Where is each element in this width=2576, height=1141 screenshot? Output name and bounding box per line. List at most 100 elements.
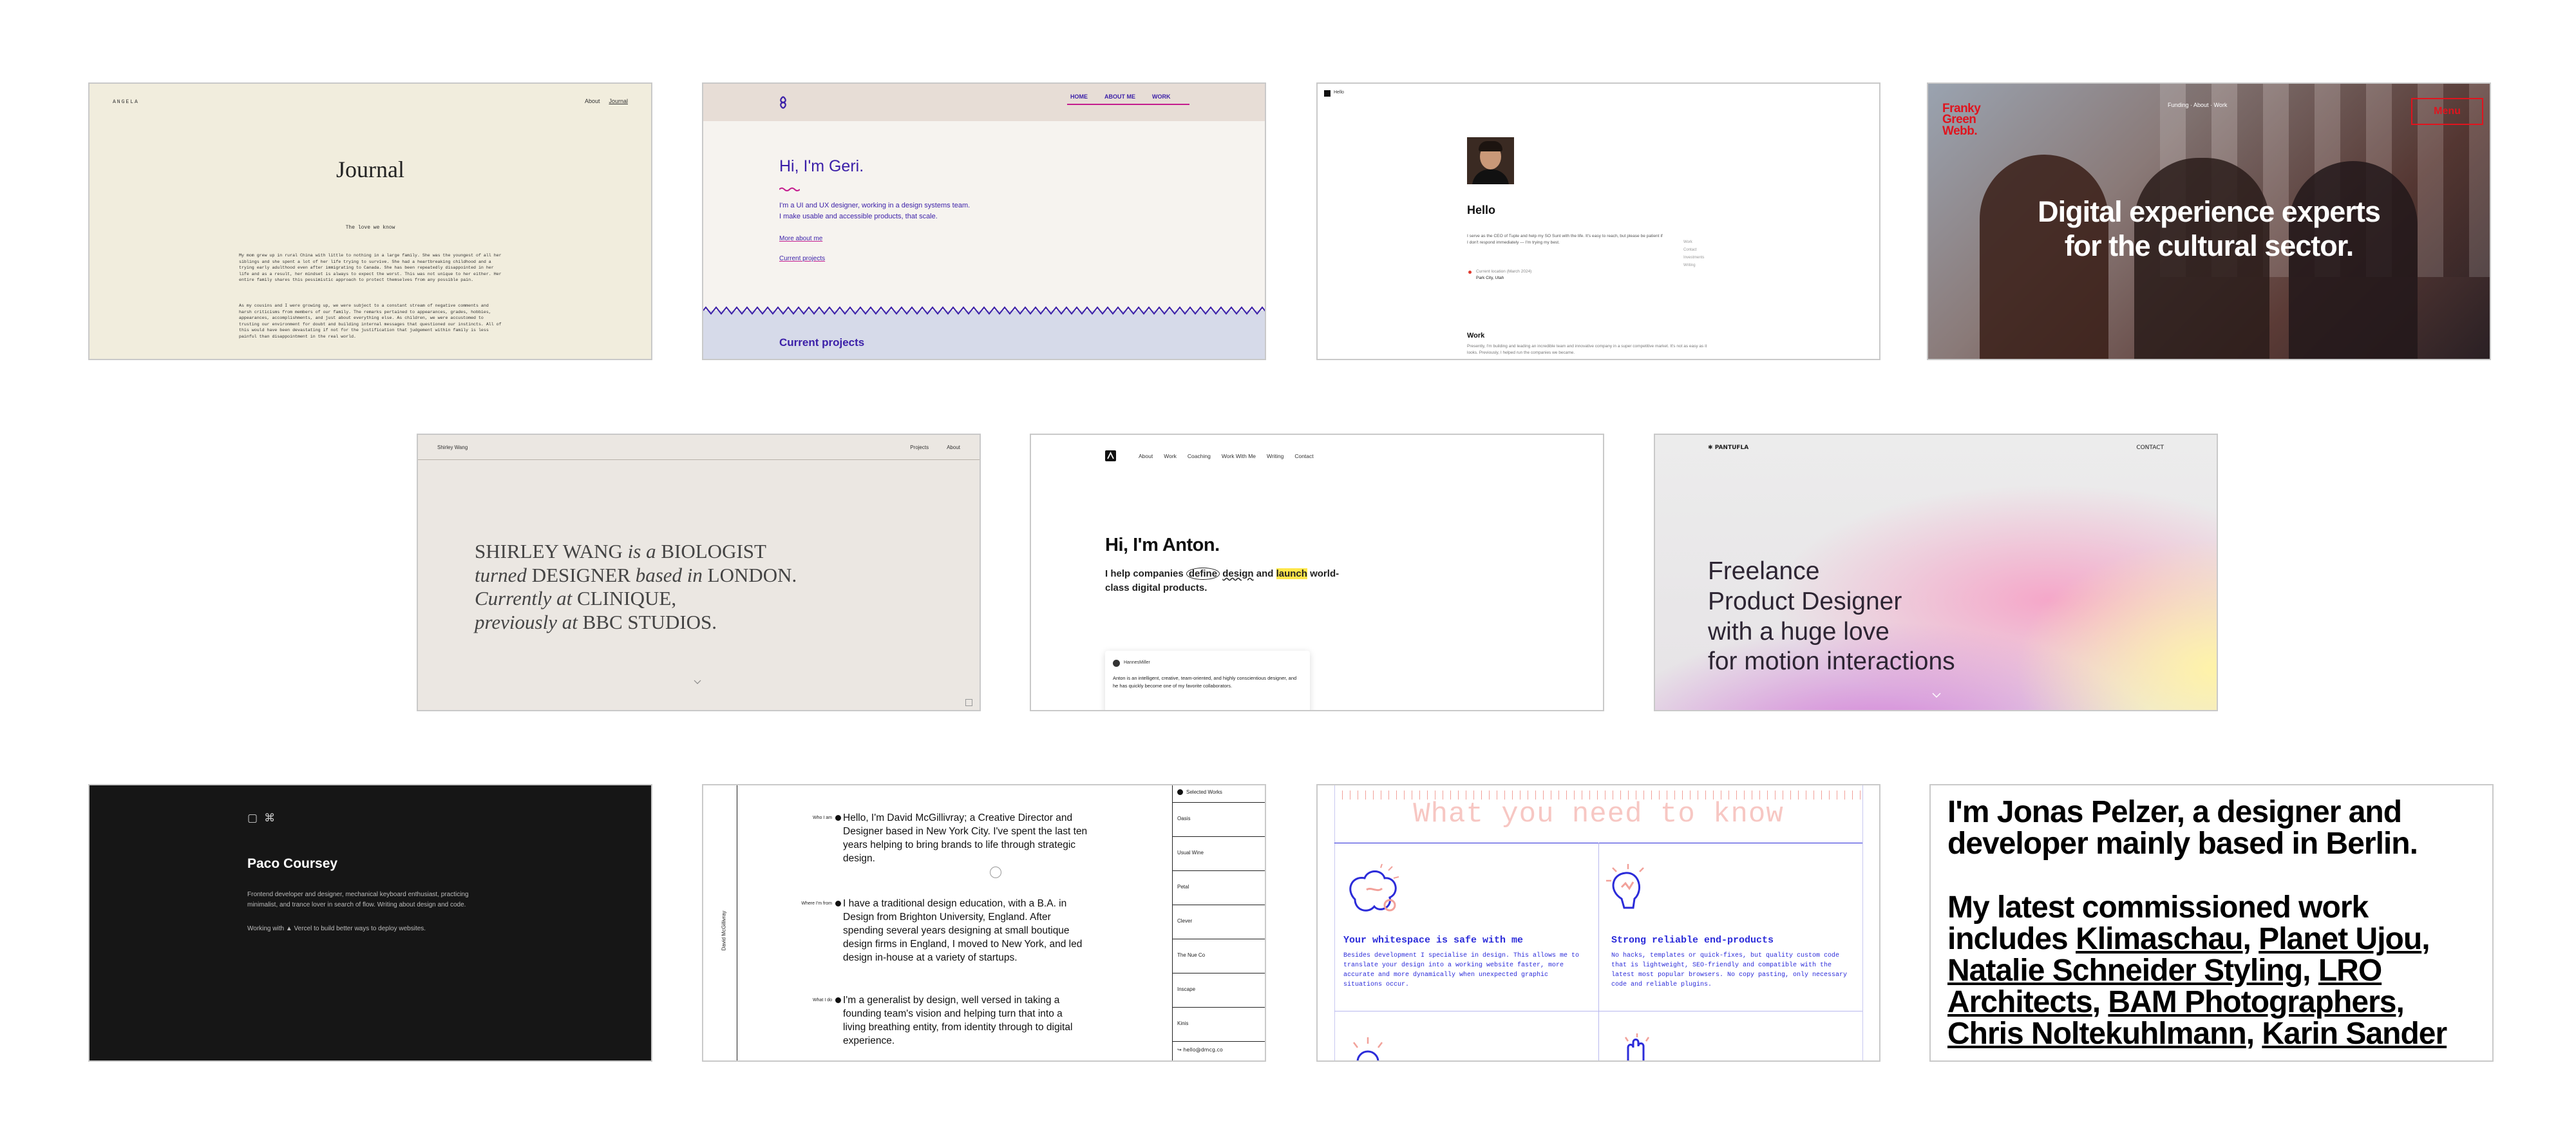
- geri-site-thumbnail[interactable]: HOME ABOUT ME WORK Hi, I'm Geri. I'm a U…: [702, 82, 1266, 360]
- geri-logo-icon[interactable]: [779, 95, 788, 110]
- shirley-brand[interactable]: Shirley Wang: [437, 445, 468, 450]
- hello-side-link-writing[interactable]: Writing: [1683, 262, 1704, 269]
- anton-nav-about[interactable]: About: [1139, 453, 1153, 459]
- pantufla-headline: Freelance Product Designer with a huge l…: [1708, 557, 1955, 677]
- geri-nav-underline: [1067, 104, 1189, 105]
- anton-sub-b: world-: [1307, 568, 1340, 579]
- anton-nav-contact[interactable]: Contact: [1294, 453, 1313, 459]
- geri-nav-work[interactable]: WORK: [1152, 93, 1171, 100]
- journal-brand[interactable]: ANGELA: [113, 99, 139, 105]
- anton-nav-work[interactable]: Work: [1164, 453, 1177, 459]
- command-key-icon[interactable]: ⌘: [264, 812, 275, 825]
- shirley-statement: SHIRLEY WANG is a BIOLOGIST turned DESIG…: [475, 540, 797, 634]
- plus-icon[interactable]: [835, 901, 841, 906]
- jonas-link-natalie[interactable]: Natalie Schneider Styling: [1947, 954, 2303, 988]
- journal-site-thumbnail[interactable]: ANGELA About Journal Journal The love we…: [88, 82, 652, 360]
- chevron-down-icon[interactable]: [694, 680, 701, 685]
- jonas-link-planet-ujou[interactable]: Planet Ujou: [2259, 922, 2422, 956]
- david-label-what: What I do: [813, 998, 832, 1002]
- shirley-line1-a: SHIRLEY WANG: [475, 540, 628, 562]
- anton-logo-icon[interactable]: [1105, 450, 1116, 461]
- shirley-line2-b: DESIGNER: [526, 563, 636, 586]
- jonas-link-bam[interactable]: BAM Photographers: [2108, 985, 2396, 1019]
- anton-nav-writing[interactable]: Writing: [1267, 453, 1283, 459]
- chevron-down-icon[interactable]: [1932, 693, 1941, 698]
- david-work-item[interactable]: The Nue Co: [1172, 939, 1265, 973]
- anton-nav-work-with-me[interactable]: Work With Me: [1222, 453, 1256, 459]
- plus-icon[interactable]: [835, 997, 841, 1003]
- anton-nav-coaching[interactable]: Coaching: [1188, 453, 1211, 459]
- franky-nav[interactable]: Funding · About · Work: [2168, 102, 2227, 108]
- anton-sub-design: design: [1222, 568, 1254, 579]
- geri-nav-home[interactable]: HOME: [1070, 93, 1088, 100]
- hello-work-text: Presently, I'm building and leading an i…: [1467, 344, 1707, 355]
- anton-nav: About Work Coaching Work With Me Writing…: [1139, 453, 1314, 459]
- journal-post-title[interactable]: The love we know: [90, 225, 651, 231]
- david-side-name[interactable]: David McGillivray: [721, 910, 727, 950]
- journal-paragraph-2: As my cousins and I were growing up, we …: [239, 303, 502, 339]
- geri-zigzag-divider: [703, 306, 1265, 315]
- geri-nav-about[interactable]: ABOUT ME: [1104, 93, 1135, 100]
- paco-site-thumbnail[interactable]: ▢ ⌘ Paco Coursey Frontend developer and …: [88, 784, 652, 1062]
- david-work-item[interactable]: Petal: [1172, 870, 1265, 905]
- david-work-item[interactable]: Oasis: [1172, 802, 1265, 836]
- geri-nav: HOME ABOUT ME WORK: [1070, 93, 1171, 100]
- pantufla-brand[interactable]: ✱ PANTUFLA: [1708, 445, 1748, 451]
- anton-heading: Hi, I'm Anton.: [1105, 535, 1220, 555]
- journal-nav-about[interactable]: About: [585, 98, 600, 104]
- jonas-link-chris[interactable]: Chris Noltekuhlmann: [1947, 1017, 2247, 1051]
- geri-squiggle-icon: [779, 187, 800, 191]
- plus-icon[interactable]: [835, 815, 841, 821]
- david-work-item[interactable]: Clever: [1172, 905, 1265, 939]
- anton-sub-launch: launch: [1276, 568, 1307, 579]
- journal-title: Journal: [336, 157, 404, 182]
- jonas-link-karin[interactable]: Karin Sander: [2262, 1017, 2447, 1051]
- shirley-nav-projects[interactable]: Projects: [910, 445, 929, 450]
- pantufla-headline-4: for motion interactions: [1708, 647, 1955, 676]
- whatyouneed-card2-text: No hacks, templates or quick-fixes, but …: [1611, 952, 1848, 988]
- journal-paragraph-1: My mom grew up in rural China with littl…: [239, 253, 502, 283]
- david-site-thumbnail[interactable]: David McGillivray Who I am Hello, I'm Da…: [702, 784, 1266, 1062]
- david-work-item[interactable]: Kinis: [1172, 1007, 1265, 1035]
- shirley-site-thumbnail[interactable]: Shirley Wang Projects About SHIRLEY WANG…: [417, 434, 981, 711]
- david-work-item[interactable]: Inscape: [1172, 973, 1265, 1007]
- pantufla-nav-contact[interactable]: CONTACT: [2136, 445, 2164, 451]
- shirley-line4-b: BBC STUDIOS.: [577, 610, 717, 633]
- anton-site-thumbnail[interactable]: About Work Coaching Work With Me Writing…: [1030, 434, 1604, 711]
- hello-heading: Hello: [1467, 204, 1496, 216]
- lightbulb-icon: [1606, 864, 1644, 909]
- shirley-line3-a: Currently at: [475, 587, 573, 610]
- franky-site-thumbnail[interactable]: Franky Green Webb. Funding · About · Wor…: [1927, 82, 2491, 360]
- jonas-site-thumbnail[interactable]: I'm Jonas Pelzer, a designer and develop…: [1929, 784, 2494, 1062]
- chat-bubble-icon[interactable]: ▢: [247, 812, 258, 825]
- anton-testimonial-avatar: [1113, 660, 1120, 667]
- whatyouneed-card1-text: Besides development I specialise in desi…: [1343, 952, 1580, 988]
- shirley-line1-c: BIOLOGIST: [656, 540, 766, 562]
- mail-icon: ↪: [1177, 1047, 1184, 1053]
- paco-working: Working with ▲ Vercel to build better wa…: [247, 925, 426, 932]
- anton-testimonial-card[interactable]: HannesMiller Anton is an intelligent, cr…: [1105, 651, 1310, 710]
- jonas-link-klimaschau[interactable]: Klimaschau: [2076, 922, 2243, 956]
- geri-link-more-about[interactable]: More about me: [779, 235, 822, 242]
- franky-logo[interactable]: Franky Green Webb.: [1942, 102, 2000, 137]
- david-email[interactable]: ↪ hello@dmcg.co: [1177, 1047, 1223, 1053]
- journal-nav-journal[interactable]: Journal: [609, 98, 628, 104]
- hello-brand[interactable]: Hello: [1334, 90, 1344, 95]
- hello-site-thumbnail[interactable]: Hello Hello I serve as the CEO of Tuple …: [1316, 82, 1880, 360]
- geri-link-current-projects[interactable]: Current projects: [779, 255, 825, 262]
- shirley-nav-about[interactable]: About: [947, 445, 960, 450]
- shirley-corner-icon[interactable]: [965, 699, 972, 706]
- hello-side-link-work[interactable]: Work: [1683, 238, 1704, 246]
- franky-menu-button[interactable]: Menu: [2411, 98, 2483, 125]
- hello-logo-icon[interactable]: [1324, 90, 1331, 97]
- hello-side-link-contact[interactable]: Contact: [1683, 246, 1704, 254]
- pantufla-site-thumbnail[interactable]: ✱ PANTUFLA CONTACT Freelance Product Des…: [1654, 434, 2218, 711]
- pantufla-headline-3: with a huge love: [1708, 617, 1889, 646]
- david-label-where: Where I'm from: [801, 901, 832, 906]
- david-work-item[interactable]: Usual Wine: [1172, 836, 1265, 870]
- whatyouneed-site-thumbnail[interactable]: What you need to know Your whitespace is…: [1316, 784, 1880, 1062]
- hello-avatar: [1467, 137, 1514, 184]
- david-works-title: Selected Works: [1186, 789, 1222, 795]
- anton-subheading: I help companies define design and launc…: [1105, 567, 1401, 595]
- hello-side-link-investments[interactable]: Investments: [1683, 254, 1704, 262]
